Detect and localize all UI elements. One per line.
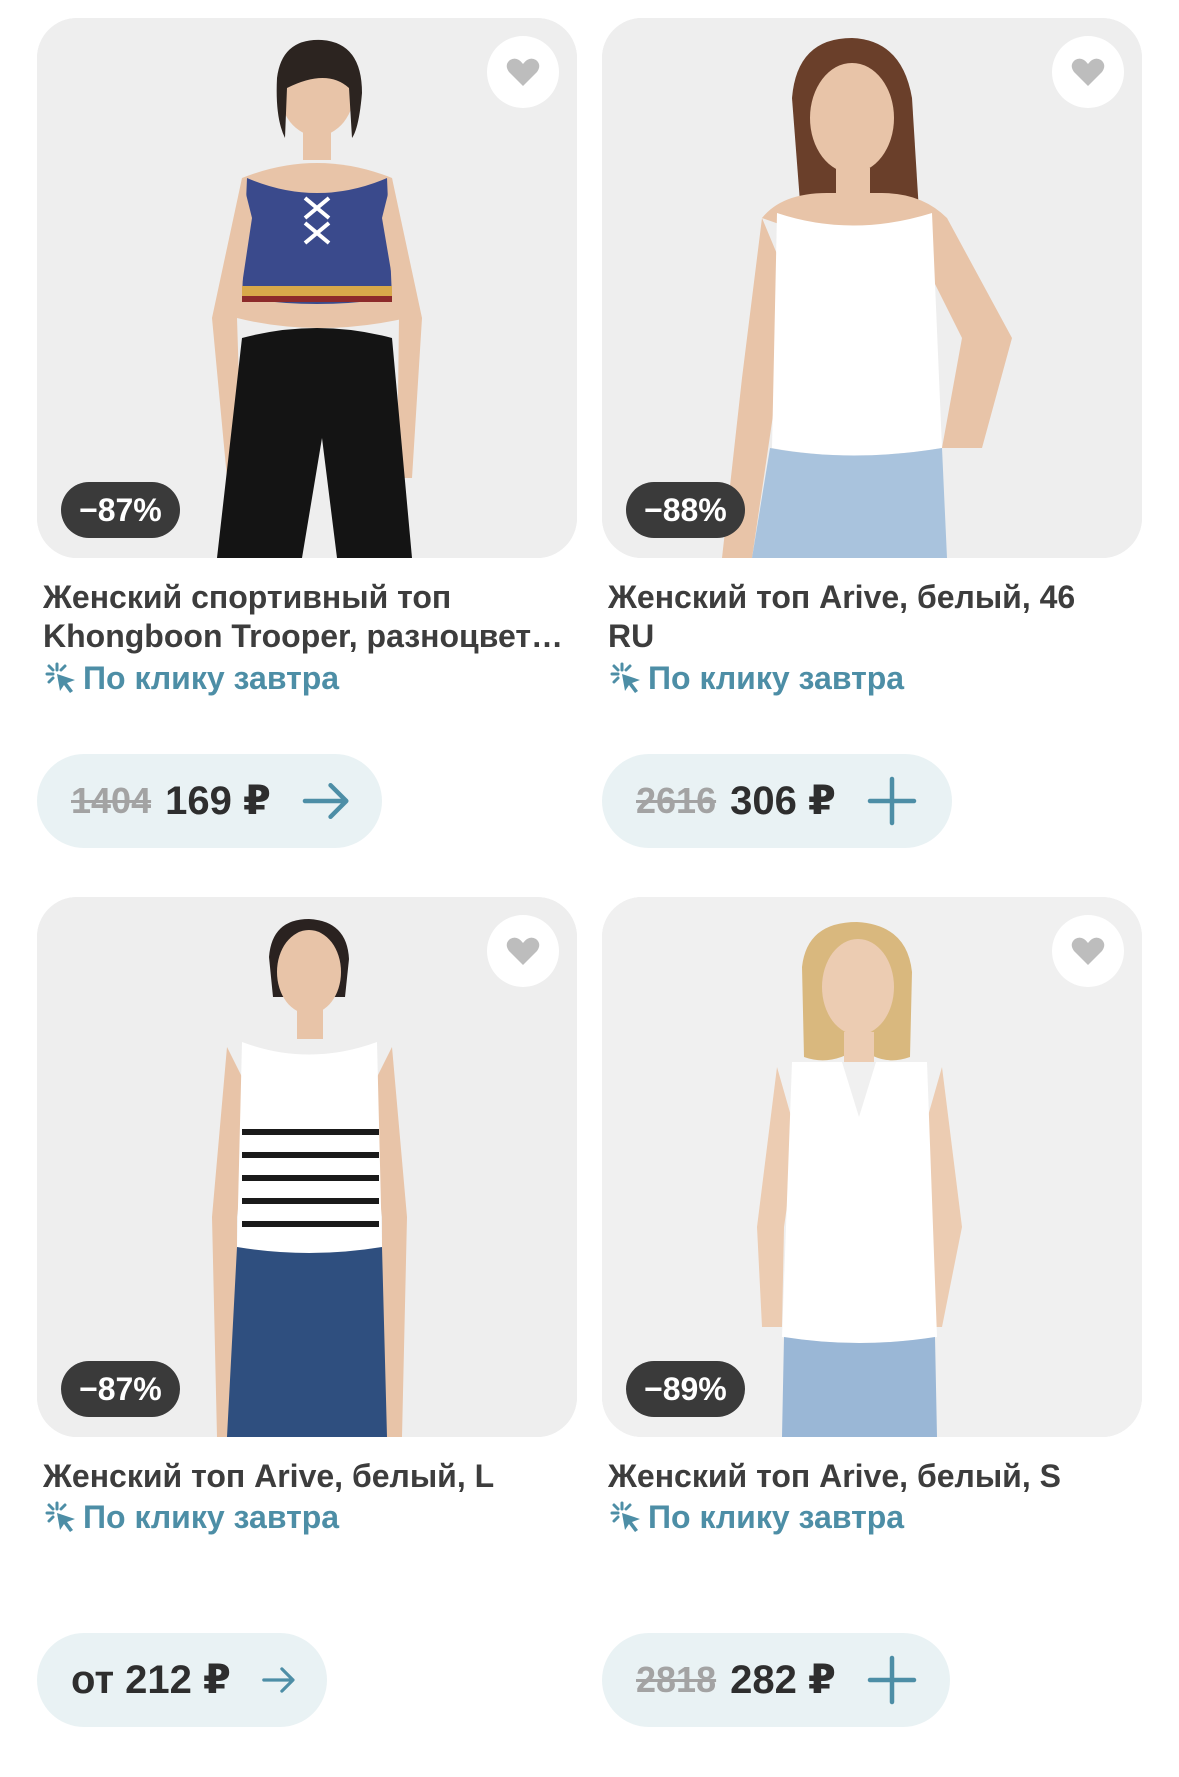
product-image[interactable]: −87%	[37, 18, 577, 558]
product-photo-sport-top	[37, 18, 577, 558]
select-options-button[interactable]: от 212 ₽	[37, 1633, 327, 1727]
delivery-info: По клику завтра	[43, 1497, 339, 1537]
favorite-button[interactable]	[487, 36, 559, 108]
heart-icon	[1071, 58, 1105, 86]
product-photo-striped-tank	[37, 897, 577, 1437]
favorite-button[interactable]	[1052, 915, 1124, 987]
add-to-cart-button[interactable]: 2616 306 ₽	[602, 754, 952, 848]
sparkle-click-icon	[45, 662, 75, 693]
product-title[interactable]: Женский топ Arive, белый, 46 RU	[608, 578, 1138, 656]
price: от 212 ₽	[71, 1658, 231, 1702]
delivery-info: По клику завтра	[43, 658, 339, 698]
heart-icon	[1071, 937, 1105, 965]
product-image[interactable]: −88%	[602, 18, 1142, 558]
arrow-right-icon	[302, 783, 349, 819]
product-card[interactable]: −88% Женский топ Arive, белый, 46 RU По …	[602, 18, 1142, 898]
favorite-button[interactable]	[1052, 36, 1124, 108]
sparkle-click-icon	[610, 662, 640, 693]
discount-badge: −87%	[61, 1361, 180, 1417]
product-photo-white-tank	[602, 18, 1142, 558]
old-price: 2616	[636, 780, 717, 821]
add-to-cart-button[interactable]: 2818 282 ₽	[602, 1633, 950, 1727]
old-price: 1404	[71, 780, 152, 821]
plus-icon	[867, 776, 917, 826]
discount-badge: −88%	[626, 482, 745, 538]
product-title[interactable]: Женский спортивный топ Khongboon Trooper…	[43, 578, 573, 656]
product-card[interactable]: −89% Женский топ Arive, белый, S По клик…	[602, 897, 1142, 1777]
product-image[interactable]: −87%	[37, 897, 577, 1437]
delivery-info: По клику завтра	[608, 658, 904, 698]
price: 169 ₽	[165, 779, 271, 823]
plus-icon	[867, 1655, 917, 1705]
product-card[interactable]: −87% Женский топ Arive, белый, L По клик…	[37, 897, 577, 1777]
sparkle-click-icon	[610, 1501, 640, 1532]
discount-badge: −87%	[61, 482, 180, 538]
old-price: 2818	[636, 1659, 717, 1700]
delivery-info: По клику завтра	[608, 1497, 904, 1537]
heart-icon	[506, 937, 540, 965]
arrow-right-icon	[262, 1667, 295, 1693]
product-title[interactable]: Женский топ Arive, белый, S	[608, 1457, 1138, 1496]
sparkle-click-icon	[45, 1501, 75, 1532]
product-card[interactable]: −87% Женский спортивный топ Khongboon Tr…	[37, 18, 577, 898]
product-image[interactable]: −89%	[602, 897, 1142, 1437]
discount-badge: −89%	[626, 1361, 745, 1417]
product-photo-v-neck-tank	[602, 897, 1142, 1437]
price: 306 ₽	[730, 779, 836, 823]
product-title[interactable]: Женский топ Arive, белый, L	[43, 1457, 573, 1496]
favorite-button[interactable]	[487, 915, 559, 987]
heart-icon	[506, 58, 540, 86]
price: 282 ₽	[730, 1658, 836, 1702]
add-to-cart-button[interactable]: 1404 169 ₽	[37, 754, 382, 848]
